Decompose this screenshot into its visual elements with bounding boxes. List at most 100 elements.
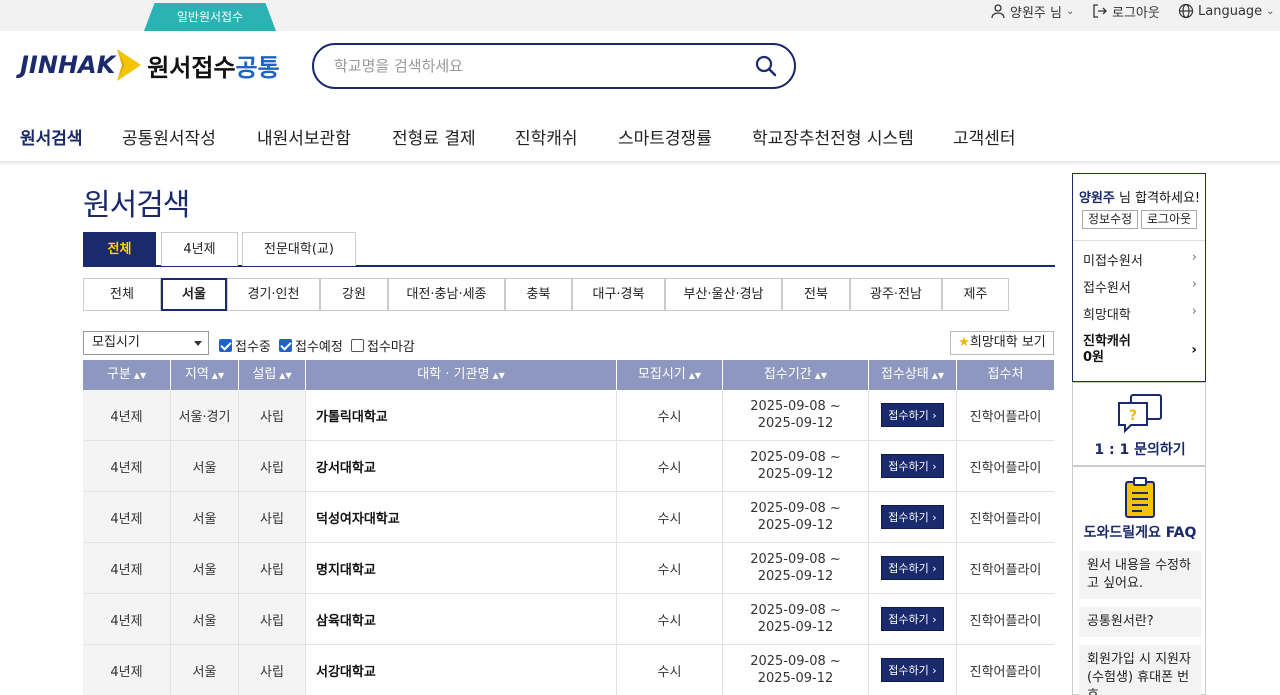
- favorite-button-label: 희망대학 보기: [969, 335, 1046, 350]
- chevron-right-icon: ›: [1191, 342, 1197, 358]
- checkbox-closed-box[interactable]: [351, 339, 364, 352]
- cell-name[interactable]: 강서대학교: [306, 441, 617, 491]
- side-link-unsubmitted[interactable]: 미접수원서 ›: [1083, 250, 1197, 269]
- header-period[interactable]: 접수기간 ▲▼: [723, 360, 869, 390]
- clipboard-icon: [1125, 477, 1155, 518]
- cell-name[interactable]: 서강대학교: [306, 645, 617, 695]
- checkbox-upcoming[interactable]: 접수예정: [279, 336, 343, 355]
- header-type[interactable]: 구분 ▲▼: [83, 360, 171, 390]
- nav-item-competition[interactable]: 스마트경쟁률: [618, 124, 712, 149]
- side-link-favorites[interactable]: 희망대학 ›: [1083, 304, 1197, 323]
- logo-title-main: 원서접수: [147, 53, 236, 82]
- faq-item-edit[interactable]: 원서 내용을 수정하고 싶어요.: [1079, 551, 1201, 599]
- cell-name[interactable]: 삼육대학교: [306, 594, 617, 644]
- region-tab-jeju[interactable]: 제주: [942, 278, 1009, 311]
- season-select[interactable]: 모집시기: [83, 331, 209, 355]
- checkbox-upcoming-box[interactable]: [279, 339, 292, 352]
- table-row: 4년제 서울 사립 서강대학교 수시 2025-09-08 ~ 2025-09-12 접수하기…: [83, 645, 1054, 695]
- qa-button[interactable]: ? 1 : 1 문의하기: [1072, 382, 1206, 466]
- logo-arrow-icon: [117, 49, 142, 81]
- search-input[interactable]: [334, 57, 754, 75]
- side-cash[interactable]: 진학캐쉬 0원 ›: [1083, 334, 1197, 366]
- type-tab-all[interactable]: 전체: [83, 232, 156, 266]
- faq-panel: 도와드릴게요 FAQ 원서 내용을 수정하고 싶어요. 공통원서란? 회원가입 …: [1072, 466, 1206, 695]
- user-icon: [991, 4, 1005, 19]
- region-tab-jeonbuk[interactable]: 전북: [782, 278, 850, 311]
- apply-button[interactable]: 접수하기 ›: [881, 505, 944, 529]
- period-start: 2025-09-08 ~: [750, 552, 841, 567]
- type-tab-college[interactable]: 전문대학(교): [242, 232, 356, 266]
- site-logo[interactable]: JINHAK 원서접수공통: [20, 44, 280, 86]
- cell-region: 서울: [171, 594, 239, 644]
- checkbox-closed[interactable]: 접수마감: [351, 336, 415, 355]
- side-logout-button[interactable]: 로그아웃: [1141, 210, 1198, 229]
- qa-label: 1 : 1 문의하기: [1094, 442, 1186, 458]
- header-name[interactable]: 대학 · 기관명 ▲▼: [306, 360, 617, 390]
- cell-status: 접수하기 ›: [869, 492, 957, 542]
- region-tab-gwangju[interactable]: 광주·전남: [850, 278, 942, 311]
- nav-item-my-forms[interactable]: 내원서보관함: [257, 124, 351, 149]
- faq-item-phone[interactable]: 회원가입 시 지원자(수험생) 휴대폰 번호: [1079, 645, 1201, 695]
- header-status[interactable]: 접수상태 ▲▼: [869, 360, 957, 390]
- header-season[interactable]: 모집시기 ▲▼: [617, 360, 723, 390]
- nav-item-search[interactable]: 원서검색: [20, 124, 83, 149]
- region-tab-daegu[interactable]: 대구·경북: [572, 278, 665, 311]
- chevron-right-icon: ›: [1191, 304, 1197, 319]
- favorite-universities-button[interactable]: ★희망대학 보기: [950, 331, 1054, 355]
- region-tab-seoul[interactable]: 서울: [161, 278, 227, 311]
- cell-period: 2025-09-08 ~ 2025-09-12: [723, 594, 869, 644]
- table-header: 구분 ▲▼ 지역 ▲▼ 설립 ▲▼ 대학 · 기관명 ▲▼ 모집시기 ▲▼ 접수기간 ▲▼ …: [83, 360, 1054, 390]
- user-menu[interactable]: 양원주 님 ⌄: [990, 0, 1074, 22]
- cell-found: 사립: [239, 594, 306, 644]
- cell-region: 서울: [171, 645, 239, 695]
- period-end: 2025-09-12: [757, 416, 834, 431]
- logout-link[interactable]: 로그아웃: [1092, 0, 1160, 22]
- region-tab-all[interactable]: 전체: [83, 278, 161, 311]
- period-start: 2025-09-08 ~: [750, 654, 841, 669]
- apply-button[interactable]: 접수하기 ›: [881, 556, 944, 580]
- side-link-submitted[interactable]: 접수원서 ›: [1083, 277, 1197, 296]
- region-tab-gyeonggi[interactable]: 경기·인천: [227, 278, 320, 311]
- apply-button[interactable]: 접수하기 ›: [881, 403, 944, 427]
- cell-agent: 진학어플라이: [969, 562, 1042, 578]
- cell-season: 수시: [617, 645, 723, 695]
- region-tab-chungbuk[interactable]: 충북: [505, 278, 572, 311]
- nav-item-common-form[interactable]: 공통원서작성: [122, 124, 216, 149]
- period-end: 2025-09-12: [757, 467, 834, 482]
- type-tab-4year[interactable]: 4년제: [161, 232, 238, 266]
- nav-item-customer-center[interactable]: 고객센터: [953, 124, 1016, 149]
- chevron-down-icon: ⌄: [1266, 5, 1275, 17]
- edit-info-button[interactable]: 정보수정: [1082, 210, 1139, 229]
- language-label: Language: [1198, 3, 1263, 19]
- general-application-tab[interactable]: 일반원서접수: [144, 3, 276, 31]
- checkbox-open[interactable]: 접수중: [219, 336, 271, 355]
- cell-name[interactable]: 명지대학교: [306, 543, 617, 593]
- faq-item-common[interactable]: 공통원서란?: [1079, 607, 1201, 637]
- cell-region: 서울: [171, 492, 239, 542]
- chevron-right-icon: ›: [1191, 250, 1197, 265]
- region-tab-busan[interactable]: 부산·울산·경남: [665, 278, 782, 311]
- cell-name[interactable]: 가톨릭대학교: [306, 390, 617, 440]
- cell-season: 수시: [617, 594, 723, 644]
- logo-wordmark: JINHAK: [20, 51, 116, 79]
- user-panel: 양원주 님 합격하세요! 정보수정 로그아웃 미접수원서 › 접수원서 › 희망대학…: [1072, 173, 1206, 382]
- search-icon[interactable]: [754, 54, 778, 78]
- header-found[interactable]: 설립 ▲▼: [239, 360, 306, 390]
- cell-name[interactable]: 덕성여자대학교: [306, 492, 617, 542]
- apply-button[interactable]: 접수하기 ›: [881, 658, 944, 682]
- region-tab-gangwon[interactable]: 강원: [320, 278, 388, 311]
- checkbox-upcoming-label: 접수예정: [295, 340, 343, 355]
- apply-button[interactable]: 접수하기 ›: [881, 454, 944, 478]
- nav-item-principal-recommend[interactable]: 학교장추천전형 시스템: [752, 124, 914, 149]
- nav-item-fee-payment[interactable]: 전형료 결제: [392, 124, 476, 149]
- apply-button[interactable]: 접수하기 ›: [881, 607, 944, 631]
- header-region[interactable]: 지역 ▲▼: [171, 360, 239, 390]
- language-menu[interactable]: Language ⌄: [1178, 0, 1275, 22]
- period-end: 2025-09-12: [757, 518, 834, 533]
- checkbox-open-box[interactable]: [219, 339, 232, 352]
- greeting-text: 님 합격하세요!: [1114, 191, 1201, 206]
- nav-item-cash[interactable]: 진학캐쉬: [515, 124, 578, 149]
- period-end: 2025-09-12: [757, 671, 834, 686]
- region-tab-daejeon[interactable]: 대전·충남·세종: [388, 278, 505, 311]
- cell-status: 접수하기 ›: [869, 645, 957, 695]
